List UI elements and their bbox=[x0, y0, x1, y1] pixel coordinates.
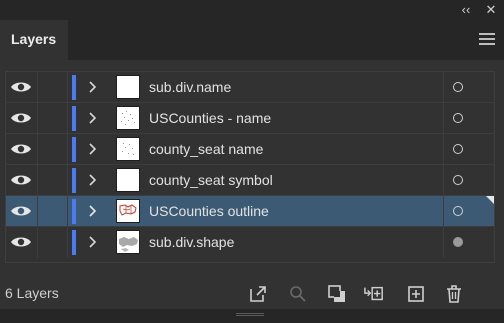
visibility-eye-icon[interactable] bbox=[10, 141, 32, 157]
layer-color-bar bbox=[72, 106, 76, 131]
layer-target-circle-icon[interactable] bbox=[453, 82, 463, 92]
panel-resize-strip bbox=[0, 309, 504, 323]
layer-row[interactable]: sub.div.name bbox=[6, 72, 494, 103]
new-layer-icon[interactable] bbox=[406, 284, 426, 304]
layer-target-circle-icon[interactable] bbox=[453, 206, 463, 216]
layer-color-bar bbox=[72, 199, 76, 224]
layer-thumbnail bbox=[116, 137, 140, 161]
close-panel-icon[interactable]: ✕ bbox=[483, 2, 499, 18]
visibility-eye-icon[interactable] bbox=[10, 79, 32, 95]
layer-target-circle-icon[interactable] bbox=[453, 113, 463, 123]
expand-chevron-icon[interactable] bbox=[86, 142, 98, 156]
layer-target-circle-icon[interactable] bbox=[453, 144, 463, 154]
collapse-panel-icon[interactable]: ‹‹ bbox=[458, 2, 474, 18]
layer-thumbnail bbox=[116, 106, 140, 130]
layer-color-bar bbox=[72, 230, 76, 255]
layer-thumbnail bbox=[116, 75, 140, 99]
layer-color-bar bbox=[72, 137, 76, 162]
layer-name[interactable]: sub.div.name bbox=[149, 72, 231, 103]
expand-chevron-icon[interactable] bbox=[86, 111, 98, 125]
panel-menu-icon[interactable] bbox=[479, 33, 495, 47]
visibility-eye-icon[interactable] bbox=[10, 110, 32, 126]
clipping-mask-icon[interactable] bbox=[327, 284, 347, 304]
expand-chevron-icon[interactable] bbox=[86, 80, 98, 94]
visibility-eye-icon[interactable] bbox=[10, 234, 32, 250]
expand-chevron-icon[interactable] bbox=[86, 173, 98, 187]
selected-art-indicator bbox=[486, 196, 494, 204]
expand-chevron-icon[interactable] bbox=[86, 235, 98, 249]
layer-thumbnail bbox=[116, 230, 140, 254]
layer-color-bar bbox=[72, 168, 76, 193]
expand-chevron-icon[interactable] bbox=[86, 204, 98, 218]
layer-row[interactable]: sub.div.shape bbox=[6, 227, 494, 258]
resize-grip-icon[interactable] bbox=[236, 313, 264, 317]
layer-thumbnail bbox=[116, 168, 140, 192]
panel-footer: 6 Layers bbox=[0, 279, 504, 309]
layer-row-selected[interactable]: USCounties outline bbox=[6, 196, 494, 227]
new-sublayer-icon[interactable] bbox=[364, 284, 384, 304]
export-icon[interactable] bbox=[248, 284, 268, 304]
layer-row[interactable]: county_seat name bbox=[6, 134, 494, 165]
layer-row[interactable]: USCounties - name bbox=[6, 103, 494, 134]
layer-target-circle-icon[interactable] bbox=[453, 237, 463, 247]
layer-thumbnail bbox=[116, 199, 140, 223]
layer-name[interactable]: sub.div.shape bbox=[149, 227, 234, 258]
visibility-eye-icon[interactable] bbox=[10, 203, 32, 219]
tab-layers[interactable]: Layers bbox=[0, 20, 68, 60]
visibility-eye-icon[interactable] bbox=[10, 172, 32, 188]
layers-list: sub.div.name USCounties - name county_se… bbox=[5, 71, 495, 263]
search-icon bbox=[290, 286, 306, 302]
layer-target-circle-icon[interactable] bbox=[453, 175, 463, 185]
layer-name[interactable]: USCounties - name bbox=[149, 103, 271, 134]
layer-color-bar bbox=[72, 75, 76, 100]
panel-tab-row: Layers bbox=[0, 20, 504, 60]
delete-icon[interactable] bbox=[444, 284, 464, 304]
layer-count: 6 Layers bbox=[5, 285, 59, 301]
layer-name[interactable]: county_seat name bbox=[149, 134, 263, 165]
panel-title-bar: ‹‹ ✕ bbox=[0, 0, 504, 20]
layer-name[interactable]: county_seat symbol bbox=[149, 165, 273, 196]
layer-name[interactable]: USCounties outline bbox=[149, 196, 269, 227]
layer-row[interactable]: county_seat symbol bbox=[6, 165, 494, 196]
